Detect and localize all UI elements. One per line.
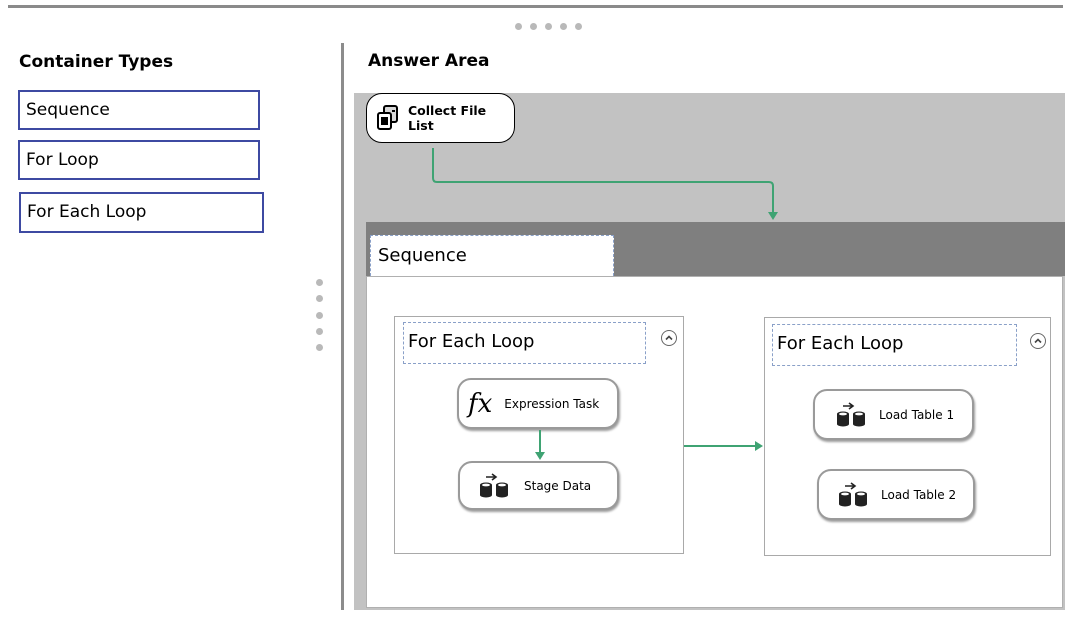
arrow-head	[755, 441, 763, 451]
connectors	[432, 148, 778, 460]
arrow-head	[535, 452, 545, 460]
arrow-head	[768, 212, 778, 220]
connector-collect-to-sequence	[432, 148, 774, 214]
